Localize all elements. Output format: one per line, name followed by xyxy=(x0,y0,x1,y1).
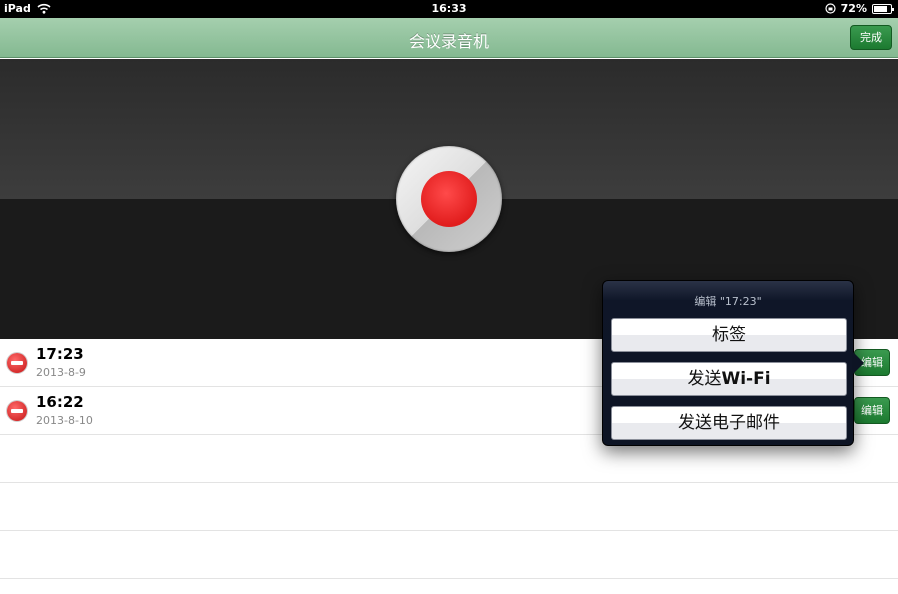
empty-row xyxy=(0,531,898,579)
nav-bar: 会议录音机 完成 xyxy=(0,18,898,58)
status-bar: iPad 16:33 72% xyxy=(0,0,898,18)
recording-title: 16:22 xyxy=(36,393,84,411)
delete-icon[interactable] xyxy=(7,353,27,373)
popover-title: 编辑 "17:23" xyxy=(694,295,762,308)
send-wifi-suffix: Wi-Fi xyxy=(721,369,771,389)
send-email-button[interactable]: 发送电子邮件 xyxy=(611,406,847,440)
empty-row xyxy=(0,483,898,531)
tag-button[interactable]: 标签 xyxy=(611,318,847,352)
edit-button[interactable]: 编辑 xyxy=(854,397,890,424)
recording-date: 2013-8-9 xyxy=(36,366,86,379)
record-button[interactable] xyxy=(396,146,502,252)
done-button[interactable]: 完成 xyxy=(850,25,892,50)
rotation-lock-icon xyxy=(825,3,836,14)
page-title: 会议录音机 xyxy=(408,32,489,51)
send-wifi-button[interactable]: 发送Wi-Fi xyxy=(611,362,847,396)
status-right: 72% xyxy=(825,2,894,15)
status-time: 16:33 xyxy=(431,2,467,15)
recording-date: 2013-8-10 xyxy=(36,414,93,427)
popover-arrow xyxy=(852,351,864,375)
record-icon xyxy=(421,171,477,227)
battery-percent: 72% xyxy=(840,2,867,15)
send-wifi-prefix: 发送 xyxy=(687,369,722,389)
delete-icon[interactable] xyxy=(7,401,27,421)
battery-icon xyxy=(872,3,894,14)
edit-popover: 编辑 "17:23" 标签 发送Wi-Fi 发送电子邮件 xyxy=(602,280,854,446)
recording-title: 17:23 xyxy=(36,345,84,363)
